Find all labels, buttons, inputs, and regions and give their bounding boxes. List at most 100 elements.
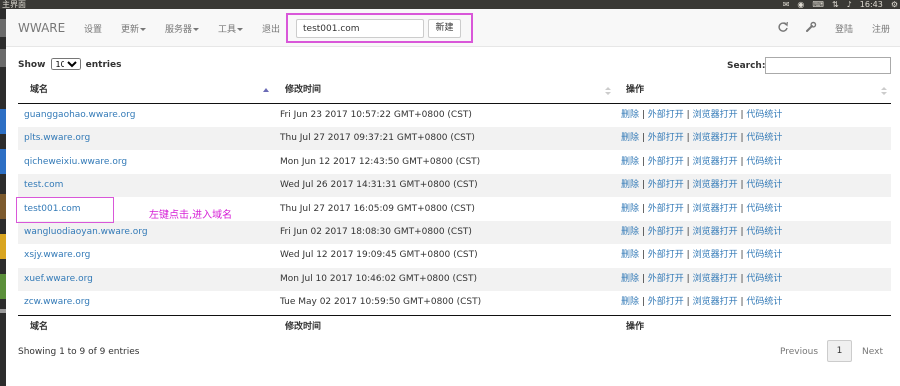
action-separator: | <box>639 156 648 167</box>
domain-link[interactable]: plts.wware.org <box>24 127 90 150</box>
domain-link[interactable]: qicheweixiu.wware.org <box>24 151 127 174</box>
action-open-external[interactable]: 外部打开 <box>648 297 684 307</box>
domain-link[interactable]: test.com <box>24 174 63 197</box>
action-open-browser[interactable]: 浏览器打开 <box>693 204 738 214</box>
launcher-app-icon[interactable] <box>0 149 6 174</box>
launcher-app-icon[interactable] <box>0 309 6 313</box>
action-code-stats[interactable]: 代码统计 <box>746 297 782 307</box>
column-header-modified[interactable]: 修改时间 <box>285 79 321 101</box>
domain-link[interactable]: guanggaohao.wware.org <box>24 104 135 127</box>
pagination-page-1[interactable]: 1 <box>827 340 852 362</box>
volume-icon[interactable]: ♪ <box>847 0 852 9</box>
action-delete[interactable]: 删除 <box>621 110 639 120</box>
nav-item-server[interactable]: 服务器 <box>165 22 200 35</box>
os-tray: ✉ ◉ ⌨ ⇅ ♪ 16:43 ⚙ <box>783 0 898 9</box>
action-open-browser[interactable]: 浏览器打开 <box>693 227 738 237</box>
action-open-browser[interactable]: 浏览器打开 <box>693 157 738 167</box>
action-open-external[interactable]: 外部打开 <box>648 180 684 190</box>
action-separator: | <box>683 156 693 167</box>
action-delete[interactable]: 删除 <box>621 133 639 143</box>
entries-select[interactable]: 10 <box>50 58 81 70</box>
launcher-app-icon[interactable] <box>0 234 6 259</box>
nav-item-update[interactable]: 更新 <box>121 22 147 35</box>
action-open-browser[interactable]: 浏览器打开 <box>693 110 738 120</box>
domain-link[interactable]: wangluodiaoyan.wware.org <box>24 221 148 244</box>
action-code-stats[interactable]: 代码统计 <box>746 110 782 120</box>
mail-icon[interactable]: ✉ <box>783 0 790 9</box>
domain-link[interactable]: xsjy.wware.org <box>24 244 90 267</box>
top-navbar: WWARE 设置 更新 服务器 工具 退出 新建 登陆 注册 <box>6 9 900 47</box>
caret-down-icon <box>140 28 147 31</box>
action-separator: | <box>683 133 693 144</box>
domain-link[interactable]: xuef.wware.org <box>24 268 93 291</box>
launcher-app-icon[interactable] <box>0 194 6 219</box>
sort-both-icon[interactable] <box>881 86 887 96</box>
search-input[interactable] <box>765 57 891 74</box>
modified-time: Tue May 02 2017 10:59:50 GMT+0800 (CST) <box>280 297 482 308</box>
action-open-browser[interactable]: 浏览器打开 <box>693 274 738 284</box>
launcher-app-icon[interactable] <box>0 49 6 67</box>
new-domain-button[interactable]: 新建 <box>428 19 461 38</box>
launcher-app-icon[interactable] <box>0 274 6 299</box>
clock[interactable]: 16:43 <box>860 0 883 9</box>
nav-item-tools[interactable]: 工具 <box>218 22 244 35</box>
action-open-browser[interactable]: 浏览器打开 <box>693 297 738 307</box>
settings-gear-icon[interactable]: ⚙ <box>891 0 898 9</box>
login-link[interactable]: 登陆 <box>835 22 853 35</box>
wrench-icon[interactable] <box>805 21 817 33</box>
action-delete[interactable]: 删除 <box>621 297 639 307</box>
action-open-external[interactable]: 外部打开 <box>648 133 684 143</box>
column-header-domain[interactable]: 域名 <box>30 79 48 101</box>
action-open-browser[interactable]: 浏览器打开 <box>693 133 738 143</box>
refresh-icon[interactable] <box>777 21 789 33</box>
new-domain-form: 新建 <box>286 13 473 43</box>
action-delete[interactable]: 删除 <box>621 227 639 237</box>
chrome-icon[interactable]: ◉ <box>797 0 804 9</box>
action-separator: | <box>683 110 693 120</box>
network-icon[interactable]: ⇅ <box>832 0 839 9</box>
domain-link[interactable]: zcw.wware.org <box>24 291 90 314</box>
modified-time: Thu Jul 27 2017 09:37:21 GMT+0800 (CST) <box>280 133 475 144</box>
nav-item-settings[interactable]: 设置 <box>84 22 102 35</box>
sort-both-icon[interactable] <box>605 86 611 96</box>
nav-item-logout[interactable]: 退出 <box>262 22 280 35</box>
row-actions: 删除 | 外部打开 | 浏览器打开 | 代码统计 <box>621 198 782 221</box>
domain-input[interactable] <box>296 19 424 38</box>
action-open-browser[interactable]: 浏览器打开 <box>693 250 738 260</box>
brand-logo[interactable]: WWARE <box>18 21 65 35</box>
action-open-external[interactable]: 外部打开 <box>648 157 684 167</box>
action-delete[interactable]: 删除 <box>621 274 639 284</box>
table-row: plts.wware.org Thu Jul 27 2017 09:37:21 G… <box>18 127 891 151</box>
action-open-external[interactable]: 外部打开 <box>648 110 684 120</box>
action-code-stats[interactable]: 代码统计 <box>746 204 782 214</box>
action-code-stats[interactable]: 代码统计 <box>746 180 782 190</box>
action-delete[interactable]: 删除 <box>621 250 639 260</box>
pagination-next[interactable]: Next <box>862 347 883 357</box>
keyboard-layout-icon[interactable]: ⌨ <box>812 0 824 9</box>
footer-header-domain: 域名 <box>30 322 49 332</box>
action-delete[interactable]: 删除 <box>621 204 639 214</box>
action-separator: | <box>639 227 648 237</box>
table-footer: 域名 修改时间 操作 <box>18 315 891 339</box>
launcher-app-icon[interactable] <box>0 109 6 134</box>
action-separator: | <box>639 133 648 144</box>
action-open-external[interactable]: 外部打开 <box>648 250 684 260</box>
action-open-external[interactable]: 外部打开 <box>648 227 684 237</box>
action-open-external[interactable]: 外部打开 <box>648 274 684 284</box>
action-open-external[interactable]: 外部打开 <box>648 204 684 214</box>
action-code-stats[interactable]: 代码统计 <box>746 157 782 167</box>
action-delete[interactable]: 删除 <box>621 180 639 190</box>
column-header-actions[interactable]: 操作 <box>626 79 644 101</box>
register-link[interactable]: 注册 <box>872 22 890 35</box>
action-code-stats[interactable]: 代码统计 <box>746 133 782 143</box>
action-code-stats[interactable]: 代码统计 <box>746 274 782 284</box>
action-delete[interactable]: 删除 <box>621 157 639 167</box>
os-window-title: 主界面 <box>2 0 26 9</box>
pagination-previous[interactable]: Previous <box>780 347 818 357</box>
action-code-stats[interactable]: 代码统计 <box>746 250 782 260</box>
action-separator: | <box>639 273 648 284</box>
action-separator: | <box>639 297 648 308</box>
sort-ascending-icon[interactable] <box>263 86 269 96</box>
action-open-browser[interactable]: 浏览器打开 <box>693 180 738 190</box>
action-code-stats[interactable]: 代码统计 <box>746 227 782 237</box>
